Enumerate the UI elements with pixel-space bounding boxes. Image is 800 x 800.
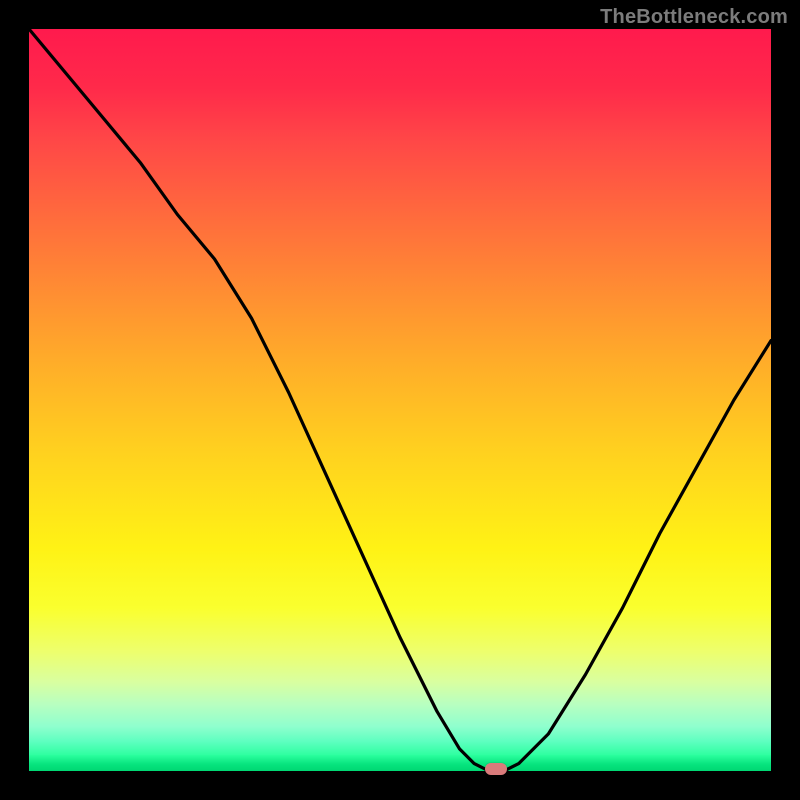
chart-frame: TheBottleneck.com (0, 0, 800, 800)
plot-area (29, 29, 771, 771)
curve-path (29, 29, 771, 771)
bottleneck-curve (29, 29, 771, 771)
optimal-marker (485, 763, 507, 775)
watermark-text: TheBottleneck.com (600, 6, 788, 29)
